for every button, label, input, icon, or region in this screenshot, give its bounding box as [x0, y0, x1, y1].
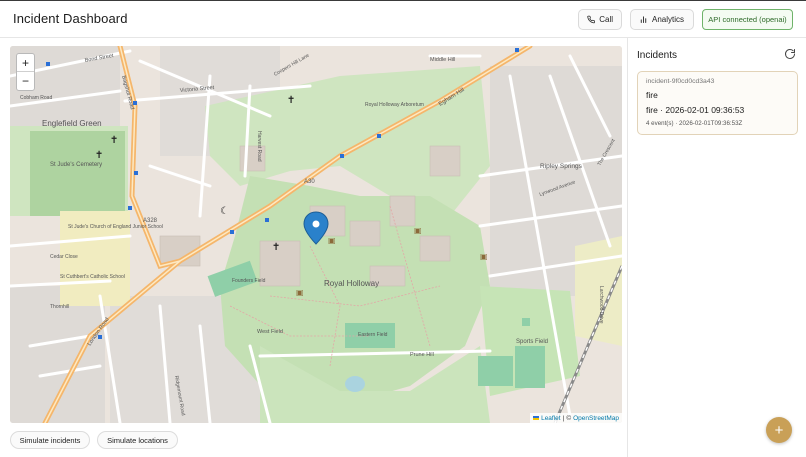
label-larchwood-drive: Larchwood Drive [598, 286, 604, 324]
top-header: Incident Dashboard Call Analytics API co… [0, 0, 806, 38]
svg-text:▣: ▣ [480, 252, 488, 261]
incident-type: fire [646, 90, 658, 100]
label-prune-hill: Prune Hill [410, 352, 434, 358]
call-label: Call [599, 15, 613, 24]
call-button[interactable]: Call [578, 9, 622, 30]
label-cedar-close: Cedar Close [50, 254, 78, 260]
label-thornhill: Thornhill [50, 304, 69, 310]
svg-text:▣: ▣ [414, 226, 422, 235]
incident-meta: 4 event(s) · 2026-02-01T09:36:53Z [646, 120, 743, 127]
openstreetmap-link[interactable]: OpenStreetMap [573, 415, 619, 422]
leaflet-link[interactable]: Leaflet [541, 415, 561, 422]
incident-summary: fire · 2026-02-01 09:36:53 [646, 105, 745, 115]
phone-icon [587, 15, 595, 24]
label-sports-field: Sports Field [516, 339, 548, 345]
svg-text:✝: ✝ [110, 135, 118, 146]
label-a328: A328 [143, 218, 158, 224]
label-middle-hill: Middle Hill [430, 57, 455, 63]
incident-card[interactable]: incident-9f0cd0cd3a43 fire fire · 2026-0… [637, 71, 798, 135]
label-eastern-field: Eastern Field [358, 332, 388, 338]
label-west-field: West Field [257, 329, 283, 335]
label-arboretum: Royal Holloway Arboretum [365, 102, 424, 108]
analytics-button[interactable]: Analytics [630, 9, 694, 30]
simulate-incidents-button[interactable]: Simulate incidents [10, 431, 90, 449]
refresh-icon[interactable] [784, 48, 796, 60]
zoom-control: + − [16, 53, 35, 91]
incident-id: incident-9f0cd0cd3a43 [646, 78, 715, 85]
incidents-sidebar: Incidents incident-9f0cd0cd3a43 fire fir… [627, 38, 806, 457]
zoom-out-button[interactable]: − [17, 72, 34, 90]
svg-text:▣: ▣ [296, 288, 304, 297]
analytics-label: Analytics [652, 15, 685, 24]
map-tiles[interactable]: ✝ ✝ ✝ ✝ ☾ ▣ ▣ ▣ ▣ Englefield Green St Ju… [10, 46, 622, 423]
simulate-locations-button[interactable]: Simulate locations [97, 431, 178, 449]
api-status-badge: API connected (openai) [702, 9, 793, 30]
svg-text:☾: ☾ [220, 206, 229, 217]
page-title: Incident Dashboard [13, 11, 128, 26]
label-harvest-road: Harvest Road [256, 131, 262, 162]
incident-map[interactable]: ✝ ✝ ✝ ✝ ☾ ▣ ▣ ▣ ▣ Englefield Green St Ju… [10, 46, 622, 423]
incidents-title: Incidents [637, 50, 678, 61]
label-st-judes-school: St Jude's Church of England Junior Schoo… [68, 224, 163, 230]
label-royal-holloway: Royal Holloway [324, 279, 379, 288]
svg-text:▣: ▣ [328, 236, 336, 245]
label-founders-field: Founders Field [232, 278, 266, 284]
ukraine-flag-icon [533, 416, 540, 420]
bar-chart-icon [640, 16, 647, 23]
attribution-copyright: © [566, 414, 572, 422]
label-cobham-road: Cobham Road [20, 95, 52, 101]
zoom-in-button[interactable]: + [17, 54, 34, 72]
app-root: Incident Dashboard Call Analytics API co… [0, 0, 806, 457]
label-ripley-springs: Ripley Springs [540, 163, 583, 170]
map-attribution: Leaflet | © OpenStreetMap [530, 413, 622, 423]
svg-text:✝: ✝ [272, 242, 280, 253]
label-st-judes-cemetery: St Jude's Cemetery [50, 162, 102, 168]
svg-text:✝: ✝ [287, 95, 295, 106]
label-a30: A30 [304, 179, 315, 185]
label-st-cuthberts: St Cuthbert's Catholic School [60, 274, 125, 280]
svg-text:✝: ✝ [95, 150, 103, 161]
attribution-separator: | [562, 414, 565, 422]
add-incident-button[interactable]: + [766, 417, 792, 443]
label-englefield-green: Englefield Green [42, 119, 102, 128]
